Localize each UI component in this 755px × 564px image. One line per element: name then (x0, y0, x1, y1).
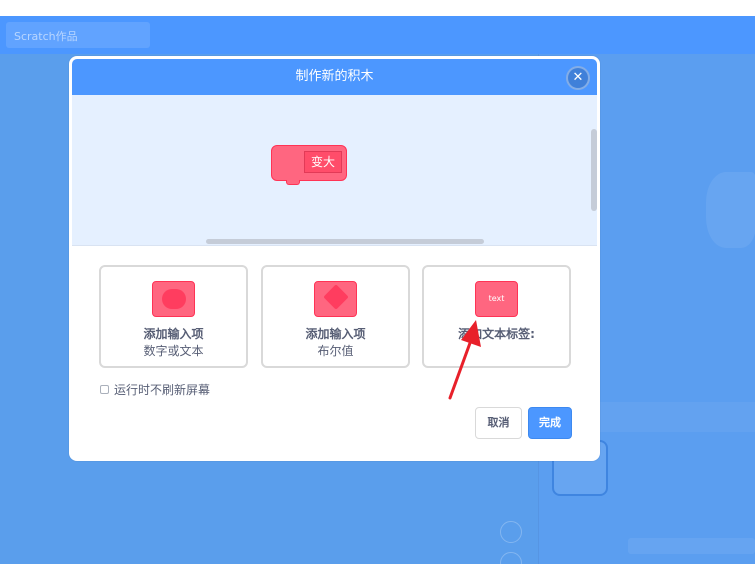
run-without-refresh-row[interactable]: 运行时不刷新屏幕 (100, 381, 210, 397)
add-number-text-input-button[interactable]: 添加输入项 数字或文本 (99, 265, 248, 368)
text-chip-label: text (488, 294, 505, 303)
block-name-text: 变大 (310, 155, 335, 169)
add-boolean-input-button[interactable]: 添加输入项 布尔值 (261, 265, 410, 368)
text-label-icon: text (475, 281, 518, 317)
option-subtitle: 布尔值 (317, 344, 354, 358)
ok-button[interactable]: 完成 (528, 407, 572, 439)
option-subtitle: 数字或文本 (143, 344, 204, 358)
number-text-input-icon (152, 281, 195, 317)
menu-bar: Scratch作品 (0, 16, 755, 54)
add-text-label-button[interactable]: text 添加文本标签: (422, 265, 571, 368)
project-title-field[interactable]: Scratch作品 (6, 22, 150, 48)
close-button[interactable]: ✕ (566, 66, 590, 90)
vertical-scrollbar[interactable] (591, 129, 597, 211)
block-name-input[interactable]: 变大 (304, 151, 342, 173)
cancel-button[interactable]: 取消 (475, 407, 522, 439)
run-without-refresh-checkbox[interactable] (100, 384, 109, 394)
make-block-dialog: 制作新的积木 ✕ 变大 添加输入项 数字或文本 添加输入项 布尔值 text 添… (69, 56, 600, 461)
block-preview-workspace: 变大 (72, 95, 597, 246)
zoom-in-icon[interactable] (500, 521, 522, 543)
dialog-title: 制作新的积木 (72, 59, 597, 95)
backdrop-bar (628, 538, 755, 554)
option-title: 添加输入项 (143, 327, 204, 341)
top-strip (0, 0, 755, 16)
checkbox-label: 运行时不刷新屏幕 (114, 382, 211, 397)
sprite-cat-icon (706, 172, 755, 248)
option-title: 添加文本标签: (458, 327, 535, 341)
option-title: 添加输入项 (305, 327, 366, 341)
close-icon: ✕ (572, 70, 584, 85)
boolean-input-icon (314, 281, 357, 317)
block-notch (286, 180, 300, 185)
horizontal-scrollbar[interactable] (206, 239, 484, 244)
